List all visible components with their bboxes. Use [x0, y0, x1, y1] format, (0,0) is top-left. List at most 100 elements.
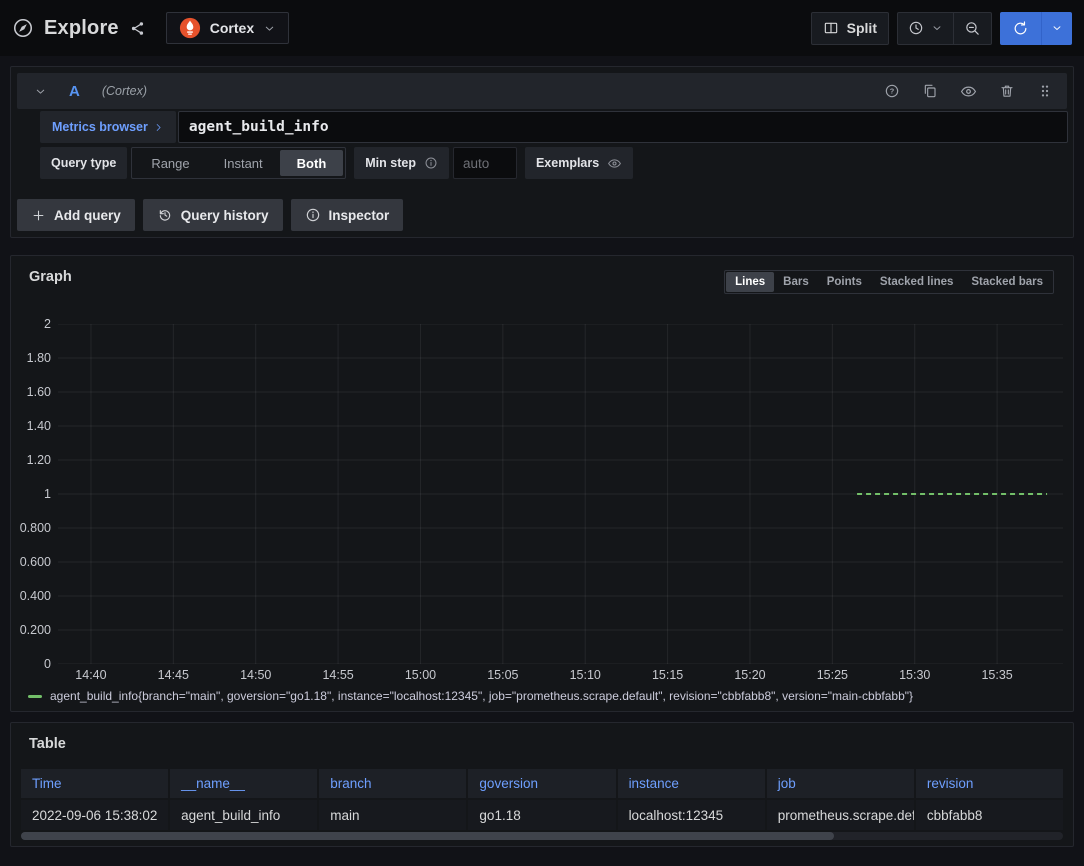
- plus-icon: [31, 208, 46, 223]
- table-panel-title: Table: [29, 736, 66, 752]
- chevron-down-icon: [1051, 22, 1063, 34]
- add-query-button[interactable]: Add query: [17, 199, 135, 231]
- refresh-button[interactable]: [1000, 12, 1041, 45]
- toggle-option-lines[interactable]: Lines: [726, 272, 774, 292]
- info-circle-icon: [305, 207, 321, 223]
- graph-plot-area[interactable]: [58, 324, 1063, 664]
- toggle-option-points[interactable]: Points: [818, 272, 871, 292]
- history-icon: [157, 207, 173, 223]
- table-horizontal-scrollbar[interactable]: [21, 832, 1063, 840]
- x-tick-label: 14:50: [240, 668, 271, 682]
- table-panel: Table Time__name__branchgoversioninstanc…: [10, 722, 1074, 847]
- table-cell: localhost:12345: [618, 800, 765, 830]
- legend-color-swatch[interactable]: [28, 695, 42, 698]
- y-tick-label: 1.80: [27, 351, 51, 365]
- legend-series-name[interactable]: agent_build_info{branch="main", goversio…: [50, 689, 913, 703]
- x-tick-label: 15:10: [570, 668, 601, 682]
- split-label: Split: [847, 20, 877, 36]
- table-header-revision[interactable]: revision: [916, 769, 1063, 798]
- split-button[interactable]: Split: [811, 12, 889, 45]
- split-icon: [823, 20, 839, 36]
- topbar-actions: Split: [811, 12, 1072, 45]
- query-editor-panel: A (Cortex) ?: [10, 66, 1074, 238]
- scrollbar-thumb[interactable]: [21, 832, 834, 840]
- query-actions-row: Add query Query history Inspector: [17, 199, 403, 231]
- y-tick-label: 0: [44, 657, 51, 671]
- toggle-option-range[interactable]: Range: [134, 150, 206, 176]
- collapse-chevron-icon[interactable]: [34, 85, 47, 98]
- inspector-label: Inspector: [329, 208, 390, 223]
- x-tick-label: 14:40: [75, 668, 106, 682]
- y-tick-label: 0.800: [20, 521, 51, 535]
- table-header-branch[interactable]: branch: [319, 769, 466, 798]
- topbar: Explore Cortex Split: [0, 0, 1084, 56]
- graph-panel: Graph LinesBarsPointsStacked linesStacke…: [10, 255, 1074, 712]
- query-expression-input[interactable]: [178, 111, 1068, 143]
- table-header-job[interactable]: job: [767, 769, 914, 798]
- x-tick-label: 15:20: [734, 668, 765, 682]
- toggle-option-instant[interactable]: Instant: [207, 150, 280, 176]
- query-options-row: Query type RangeInstantBoth Min step Exe…: [40, 147, 633, 179]
- query-type-toggle: RangeInstantBoth: [131, 147, 346, 179]
- graph-canvas: [58, 324, 1063, 664]
- x-tick-label: 14:45: [158, 668, 189, 682]
- remove-query-trash-icon[interactable]: [999, 83, 1015, 99]
- hide-response-eye-icon[interactable]: [960, 83, 977, 100]
- x-tick-label: 15:00: [405, 668, 436, 682]
- table-header-name[interactable]: __name__: [170, 769, 317, 798]
- toggle-option-bars[interactable]: Bars: [774, 272, 818, 292]
- refresh-icon: [1012, 20, 1029, 37]
- table-cell: prometheus.scrape.default: [767, 800, 914, 830]
- x-tick-label: 14:55: [322, 668, 353, 682]
- exemplars-eye-icon[interactable]: [607, 156, 622, 171]
- metrics-browser-button[interactable]: Metrics browser: [40, 111, 176, 143]
- zoom-out-button[interactable]: [953, 13, 991, 44]
- graph-panel-title: Graph: [29, 269, 72, 285]
- y-tick-label: 1: [44, 487, 51, 501]
- x-tick-label: 15:30: [899, 668, 930, 682]
- metrics-browser-label: Metrics browser: [52, 120, 148, 134]
- x-tick-label: 15:05: [487, 668, 518, 682]
- toggle-option-both[interactable]: Both: [280, 150, 344, 176]
- explore-compass-icon: [12, 17, 34, 39]
- x-axis-labels: 14:40 14:45 14:50 14:55 15:00 15:05 15:10 15:15…: [58, 668, 1063, 684]
- share-icon[interactable]: [129, 20, 146, 37]
- query-history-label: Query history: [181, 208, 269, 223]
- min-step-text: Min step: [365, 156, 416, 170]
- refresh-interval-dropdown[interactable]: [1041, 12, 1072, 45]
- chevron-down-icon: [263, 22, 276, 35]
- query-history-button[interactable]: Query history: [143, 199, 283, 231]
- graph-style-toggle: LinesBarsPointsStacked linesStacked bars: [724, 270, 1054, 294]
- add-query-label: Add query: [54, 208, 121, 223]
- info-circle-icon[interactable]: [424, 156, 438, 170]
- help-icon[interactable]: ?: [884, 83, 900, 99]
- query-type-label: Query type: [40, 147, 127, 179]
- clock-icon: [908, 20, 924, 36]
- y-axis-labels: 00.2000.4000.6000.80011.201.401.601.802: [11, 324, 51, 664]
- graph-legend: agent_build_info{branch="main", goversio…: [28, 689, 913, 703]
- prometheus-logo-icon: [179, 17, 201, 39]
- table-header-row: Time__name__branchgoversioninstancejobre…: [21, 769, 1063, 798]
- table-row: 2022-09-06 15:38:02agent_build_infomaing…: [21, 800, 1063, 830]
- table-header-goversion[interactable]: goversion: [468, 769, 615, 798]
- table-header-instance[interactable]: instance: [618, 769, 765, 798]
- time-picker-button[interactable]: [898, 13, 953, 44]
- datasource-picker[interactable]: Cortex: [166, 12, 289, 44]
- table-header-Time[interactable]: Time: [21, 769, 168, 798]
- y-tick-label: 1.40: [27, 419, 51, 433]
- min-step-input[interactable]: [453, 147, 517, 179]
- y-tick-label: 2: [44, 317, 51, 331]
- x-tick-label: 15:15: [652, 668, 683, 682]
- y-tick-label: 1.20: [27, 453, 51, 467]
- drag-handle-icon[interactable]: [1037, 83, 1053, 99]
- query-ref-id[interactable]: A: [69, 83, 80, 100]
- copy-query-icon[interactable]: [922, 83, 938, 99]
- datasource-name: Cortex: [210, 20, 254, 36]
- inspector-button[interactable]: Inspector: [291, 199, 404, 231]
- toggle-option-stacked-bars[interactable]: Stacked bars: [962, 272, 1052, 292]
- min-step-label: Min step: [354, 147, 449, 179]
- exemplars-label: Exemplars: [525, 147, 633, 179]
- toggle-option-stacked-lines[interactable]: Stacked lines: [871, 272, 963, 292]
- y-tick-label: 1.60: [27, 385, 51, 399]
- table-cell: main: [319, 800, 466, 830]
